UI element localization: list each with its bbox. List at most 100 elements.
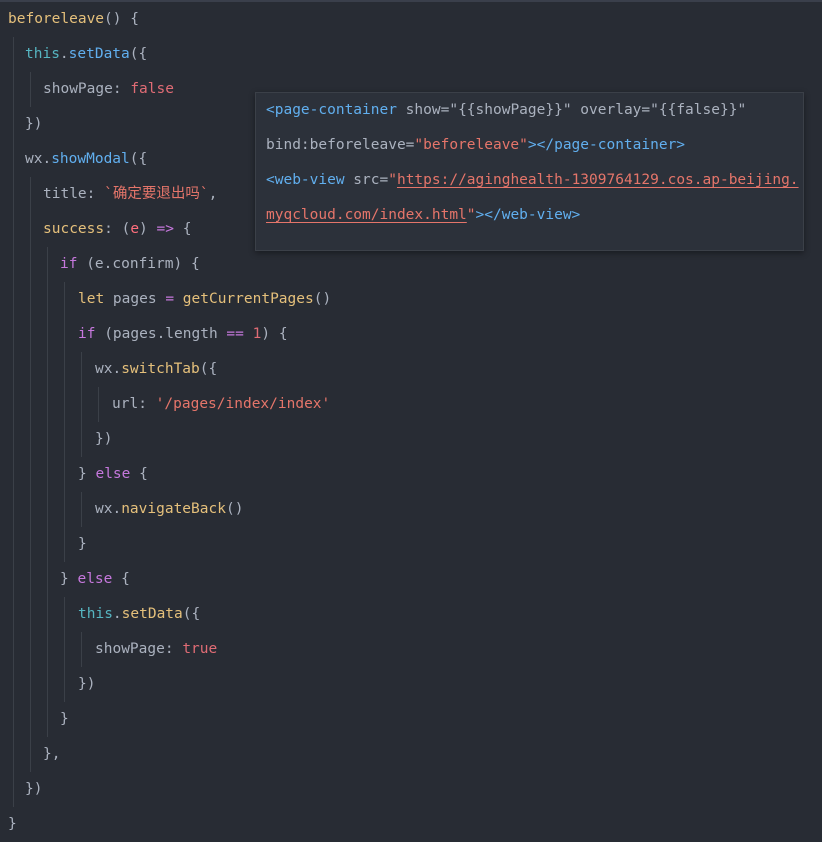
code-line-9: let pages = getCurrentPages() xyxy=(78,282,331,317)
punctuation: { xyxy=(130,466,148,482)
property-key: success xyxy=(43,221,105,237)
punctuation: ({ xyxy=(182,606,201,622)
code-line-11: wx.switchTab({ xyxy=(95,352,217,387)
object-name: wx xyxy=(25,151,43,167)
code-line-17: } else { xyxy=(60,562,130,597)
punctuation: : xyxy=(138,396,156,412)
punctuation: } xyxy=(78,536,87,552)
expression: (e.confirm) { xyxy=(77,256,200,272)
code-line-18: this.setData({ xyxy=(78,597,200,632)
attribute-name: src= xyxy=(344,172,389,188)
indent-guide xyxy=(81,632,82,667)
string-literal: '/pages/index/index' xyxy=(155,396,331,412)
indent-guide xyxy=(30,177,31,772)
code-snippet-popup: <page-container show="{{showPage}}" over… xyxy=(255,92,804,251)
punctuation: ) { xyxy=(261,326,288,342)
attribute-value: "{{showPage}}" xyxy=(449,102,572,118)
code-line-12: url: '/pages/index/index' xyxy=(112,387,330,422)
method-name: switchTab xyxy=(121,361,200,377)
punctuation: " xyxy=(466,207,476,223)
code-line-4: }) xyxy=(25,107,42,142)
keyword: if xyxy=(78,326,96,342)
keyword: if xyxy=(60,256,78,272)
attribute-name: bind:beforeleave= xyxy=(266,137,415,153)
arrow-operator: => xyxy=(147,221,183,237)
code-line-16: } xyxy=(78,527,87,562)
method-name: setData xyxy=(68,46,130,62)
punctuation: . xyxy=(42,151,52,167)
indent-guide xyxy=(30,72,31,107)
tag-name: <web-view xyxy=(266,172,345,188)
code-editor[interactable]: beforeleave() { this.setData({ showPage:… xyxy=(0,0,822,837)
punctuation: ({ xyxy=(129,151,148,167)
keyword: else xyxy=(95,466,131,482)
method-name: setData xyxy=(121,606,183,622)
property-key: title xyxy=(43,186,87,202)
code-line-14: } else { xyxy=(78,457,148,492)
code-line-13: }) xyxy=(95,422,112,457)
this-keyword: this xyxy=(78,606,113,622)
property-key: url xyxy=(112,396,139,412)
punctuation: } xyxy=(60,711,69,727)
tag-name: ></page-container> xyxy=(527,137,686,153)
punctuation: ({ xyxy=(129,46,148,62)
function-call: getCurrentPages xyxy=(174,291,314,307)
function-name: beforeleave xyxy=(8,11,105,27)
punctuation: () xyxy=(313,291,332,307)
punctuation: } xyxy=(60,571,78,587)
punctuation: }) xyxy=(25,781,43,797)
code-line-2: this.setData({ xyxy=(25,37,147,72)
tag-name: ></web-view> xyxy=(475,207,581,223)
object-name: wx xyxy=(95,361,113,377)
url-link[interactable]: myqcloud.com/index.html xyxy=(266,207,467,223)
punctuation: ( xyxy=(121,221,131,237)
keyword: else xyxy=(77,571,113,587)
punctuation: . xyxy=(59,46,69,62)
method-name: showModal xyxy=(51,151,130,167)
code-line-22: }, xyxy=(43,737,60,772)
method-name: navigateBack xyxy=(121,501,226,517)
code-line-10: if (pages.length == 1) { xyxy=(78,317,288,352)
indent-guide xyxy=(98,387,99,422)
indent-guide xyxy=(47,247,48,737)
punctuation: }) xyxy=(25,116,43,132)
snippet-line-3: <web-view src="https://aginghealth-13097… xyxy=(266,163,799,198)
code-line-1: beforeleave() { xyxy=(8,2,139,37)
indent-guide xyxy=(81,492,82,527)
parameter: e xyxy=(130,221,140,237)
tag-name: <page-container xyxy=(266,102,397,118)
punctuation: . xyxy=(112,501,122,517)
code-line-20: }) xyxy=(78,667,95,702)
property-key: showPage xyxy=(95,641,165,657)
property-key: showPage xyxy=(43,81,113,97)
code-line-15: wx.navigateBack() xyxy=(95,492,243,527)
template-string: `确定要退出吗` xyxy=(104,186,209,202)
attribute-value: "{{false}}" xyxy=(650,102,747,118)
number-literal: 1 xyxy=(243,326,262,342)
punctuation: }, xyxy=(43,746,61,762)
boolean-value: true xyxy=(182,641,218,657)
keyword: let xyxy=(78,291,105,307)
code-line-7: success: (e) => { xyxy=(43,212,191,247)
code-line-8: if (e.confirm) { xyxy=(60,247,200,282)
expression: (pages.length xyxy=(95,326,227,342)
this-keyword: this xyxy=(25,46,60,62)
attribute-value: "beforeleave" xyxy=(414,137,528,153)
punctuation: : xyxy=(104,221,122,237)
punctuation: () xyxy=(225,501,244,517)
punctuation: : xyxy=(164,641,183,657)
punctuation: { xyxy=(182,221,192,237)
punctuation: }) xyxy=(78,676,96,692)
code-line-5: wx.showModal({ xyxy=(25,142,147,177)
indent-guide xyxy=(81,352,82,457)
punctuation: . xyxy=(112,606,122,622)
snippet-line-4: myqcloud.com/index.html"></web-view> xyxy=(266,198,580,233)
punctuation: . xyxy=(112,361,122,377)
attribute-name: show= xyxy=(396,102,450,118)
punctuation: : xyxy=(86,186,105,202)
operator: == xyxy=(226,326,244,342)
url-link[interactable]: https://aginghealth-1309764129.cos.ap-be… xyxy=(397,172,799,188)
object-name: wx xyxy=(95,501,113,517)
indent-guide xyxy=(13,37,14,807)
code-line-3: showPage: false xyxy=(43,72,174,107)
